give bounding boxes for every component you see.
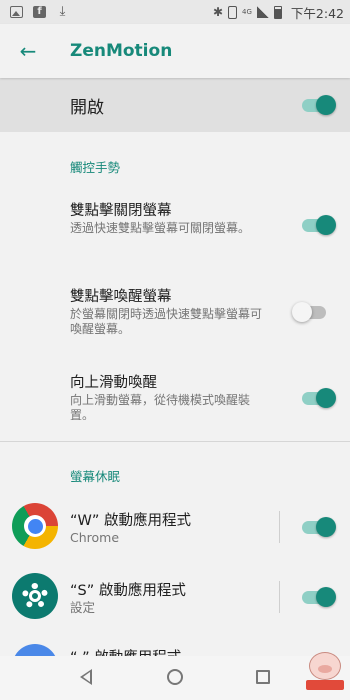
master-toggle-row[interactable]: 開啟 (0, 78, 350, 132)
bluetooth-icon: ✱ (212, 5, 224, 19)
image-icon (10, 6, 23, 18)
w-gesture-app: Chrome (70, 530, 120, 545)
section-header-screen-off: 螢幕休眠 (70, 469, 121, 484)
nav-back-icon[interactable] (80, 669, 92, 685)
back-button[interactable]: ← (0, 24, 56, 78)
arrow-left-icon: ← (19, 39, 37, 63)
status-bar: f ⤓ ✱ 4G 下午2:42 (0, 0, 350, 24)
double-tap-wake-title[interactable]: 雙點擊喚醒螢幕 (70, 285, 172, 306)
download-icon: ⤓ (59, 4, 66, 19)
chrome-icon (12, 503, 58, 549)
battery-icon (273, 5, 282, 19)
double-tap-off-subtitle: 透過快速雙點擊螢幕可關閉螢幕。 (70, 221, 251, 235)
facebook-icon: f (33, 6, 46, 18)
s-gesture-separator (279, 581, 280, 613)
page-title: ZenMotion (70, 41, 173, 61)
double-tap-wake-switch[interactable] (292, 302, 328, 322)
pig-mascot-logo (306, 648, 344, 692)
status-time: 下午2:42 (290, 5, 344, 21)
vibrate-icon (228, 5, 238, 19)
w-gesture-separator (279, 511, 280, 543)
double-tap-off-title[interactable]: 雙點擊關閉螢幕 (70, 199, 172, 220)
network-type: 4G (242, 7, 252, 16)
nav-home-icon[interactable] (167, 669, 183, 685)
s-gesture-app: 設定 (70, 600, 96, 615)
double-tap-wake-subtitle: 於螢幕關閉時透過快速雙點擊螢幕可喚醒螢幕。 (70, 307, 263, 336)
swipe-up-wake-switch[interactable] (300, 388, 336, 408)
w-gesture-title[interactable]: “W” 啟動應用程式 (70, 509, 191, 530)
double-tap-off-switch[interactable] (300, 215, 336, 235)
w-gesture-switch[interactable] (300, 517, 336, 537)
master-switch[interactable] (300, 95, 336, 115)
app-bar: ← ZenMotion (0, 24, 350, 78)
navigation-bar (0, 656, 350, 700)
section-header-touch-gestures: 觸控手勢 (70, 160, 121, 175)
s-gesture-switch[interactable] (300, 587, 336, 607)
nav-recents-icon[interactable] (256, 670, 270, 684)
s-gesture-title[interactable]: “S” 啟動應用程式 (70, 579, 186, 600)
notification-icons: f ⤓ (10, 4, 69, 19)
signal-icon (256, 6, 269, 18)
section-divider (0, 441, 350, 442)
settings-gear-icon (12, 573, 58, 619)
master-toggle-label: 開啟 (70, 97, 104, 118)
swipe-up-wake-subtitle: 向上滑動螢幕，從待機模式喚醒裝置。 (70, 393, 251, 422)
swipe-up-wake-title[interactable]: 向上滑動喚醒 (70, 371, 157, 392)
system-icons: ✱ 4G 下午2:42 (213, 3, 344, 22)
